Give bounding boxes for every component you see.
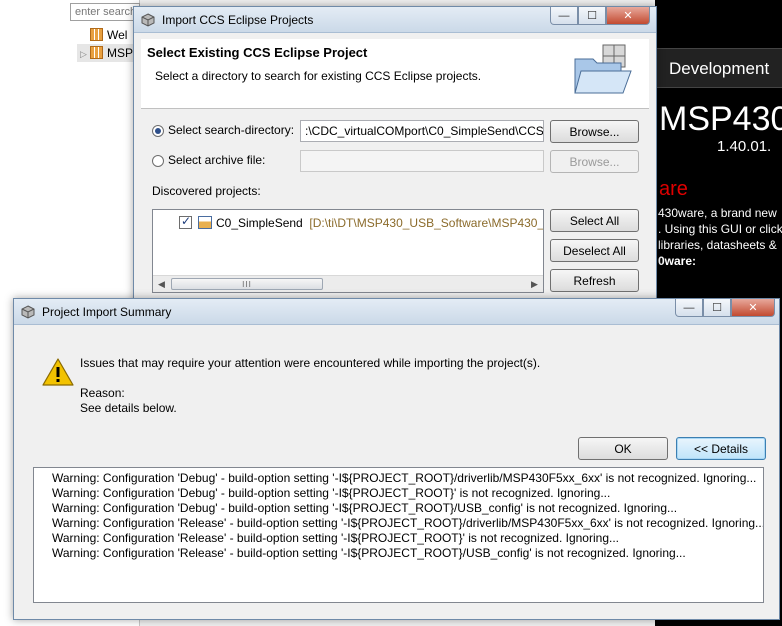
scroll-right-icon[interactable]: ▶ <box>526 276 543 292</box>
project-folder-icon <box>90 46 103 59</box>
welcome-line: libraries, datasheets & <box>658 238 777 252</box>
welcome-paragraph: 430ware, a brand new . Using this GUI or… <box>658 205 782 269</box>
welcome-line: 430ware, a brand new <box>658 206 777 220</box>
archive-file-input[interactable] <box>300 150 544 172</box>
wizard-header: Select Existing CCS Eclipse Project Sele… <box>141 39 649 109</box>
tree-item[interactable]: Wel <box>80 26 127 44</box>
wizard-header-description: Select a directory to search for existin… <box>155 69 482 83</box>
welcome-line: . Using this GUI or click <box>658 222 782 236</box>
list-item: Warning: Configuration 'Release' - build… <box>52 531 619 545</box>
project-import-summary-dialog: Project Import Summary — ☐ ✕ Issues that… <box>13 298 780 620</box>
explorer-search-input[interactable]: enter search <box>70 3 140 21</box>
search-directory-radio[interactable] <box>152 125 164 137</box>
welcome-product-name: MSP430 <box>659 100 782 138</box>
refresh-button[interactable]: Refresh <box>550 269 639 292</box>
open-folder-icon <box>574 44 632 94</box>
close-icon: ✕ <box>748 302 758 314</box>
window-controls: — ☐ ✕ <box>675 299 775 317</box>
list-item: Warning: Configuration 'Debug' - build-o… <box>52 486 611 500</box>
list-item: Warning: Configuration 'Release' - build… <box>52 516 764 530</box>
maximize-icon: ☐ <box>587 10 597 22</box>
minimize-icon: — <box>683 301 695 314</box>
title-bar[interactable]: Import CCS Eclipse Projects — ☐ ✕ <box>134 7 656 33</box>
warning-triangle-icon <box>42 358 74 386</box>
welcome-band-title: Development <box>655 48 782 88</box>
archive-file-radio[interactable] <box>152 155 164 167</box>
eclipse-cube-icon <box>141 13 155 27</box>
list-item: Warning: Configuration 'Debug' - build-o… <box>52 501 678 515</box>
welcome-line: 0ware: <box>658 254 697 268</box>
project-folder-icon <box>90 28 103 41</box>
deselect-all-button[interactable]: Deselect All <box>550 239 639 262</box>
list-item: Warning: Configuration 'Debug' - build-o… <box>52 471 757 485</box>
ok-button[interactable]: OK <box>578 437 668 460</box>
tree-item-label: Wel <box>107 28 128 42</box>
reason-text: See details below. <box>80 401 177 415</box>
import-ccs-projects-dialog: Import CCS Eclipse Projects — ☐ ✕ Select… <box>133 6 657 316</box>
details-button[interactable]: << Details <box>676 437 766 460</box>
project-checkbox[interactable] <box>179 214 192 229</box>
window-title: Import CCS Eclipse Projects <box>162 13 314 27</box>
discovered-projects-label: Discovered projects: <box>152 184 261 198</box>
maximize-button[interactable]: ☐ <box>703 299 731 317</box>
ccs-project-icon <box>198 216 212 229</box>
search-directory-label: Select search-directory: <box>168 123 295 137</box>
welcome-heading: are <box>659 178 688 200</box>
tree-expand-icon[interactable]: ▷ <box>80 45 90 63</box>
discovered-projects-list[interactable]: C0_SimpleSend [D:\ti\DT\MSP430_USB_Softw… <box>152 209 544 293</box>
summary-message: Issues that may require your attention w… <box>80 356 541 370</box>
welcome-version: 1.40.01. <box>717 138 772 155</box>
close-button[interactable]: ✕ <box>731 299 775 317</box>
minimize-button[interactable]: — <box>550 7 578 25</box>
search-directory-input[interactable]: :\CDC_virtualCOMport\C0_SimpleSend\CCS <box>300 120 544 142</box>
window-title: Project Import Summary <box>42 305 172 319</box>
horizontal-scrollbar[interactable]: ◀ III ▶ <box>153 275 543 292</box>
select-all-button[interactable]: Select All <box>550 209 639 232</box>
minimize-button[interactable]: — <box>675 299 703 317</box>
title-bar[interactable]: Project Import Summary — ☐ ✕ <box>14 299 779 325</box>
archive-file-label: Select archive file: <box>168 153 266 167</box>
minimize-icon: — <box>558 9 570 22</box>
project-path: [D:\ti\DT\MSP430_USB_Software\MSP430_USB <box>309 216 544 230</box>
tree-item-label: MSP <box>107 46 134 60</box>
list-item[interactable]: C0_SimpleSend [D:\ti\DT\MSP430_USB_Softw… <box>179 214 544 230</box>
maximize-button[interactable]: ☐ <box>578 7 606 25</box>
close-button[interactable]: ✕ <box>606 7 650 25</box>
browse-archive-button[interactable]: Browse... <box>550 150 639 173</box>
reason-label: Reason: <box>80 386 125 400</box>
window-controls: — ☐ ✕ <box>550 7 650 25</box>
scroll-grip: III <box>242 279 252 289</box>
details-list[interactable]: Warning: Configuration 'Debug' - build-o… <box>33 467 764 603</box>
wizard-header-title: Select Existing CCS Eclipse Project <box>147 45 368 60</box>
eclipse-cube-icon <box>21 305 35 319</box>
browse-directory-button[interactable]: Browse... <box>550 120 639 143</box>
close-icon: ✕ <box>623 10 633 22</box>
scroll-left-icon[interactable]: ◀ <box>153 276 170 292</box>
scroll-thumb[interactable]: III <box>171 278 323 290</box>
tree-item[interactable]: ▷ MSP <box>77 44 134 63</box>
list-item: Warning: Configuration 'Release' - build… <box>52 546 686 560</box>
project-name: C0_SimpleSend <box>216 216 303 230</box>
maximize-icon: ☐ <box>712 302 722 314</box>
